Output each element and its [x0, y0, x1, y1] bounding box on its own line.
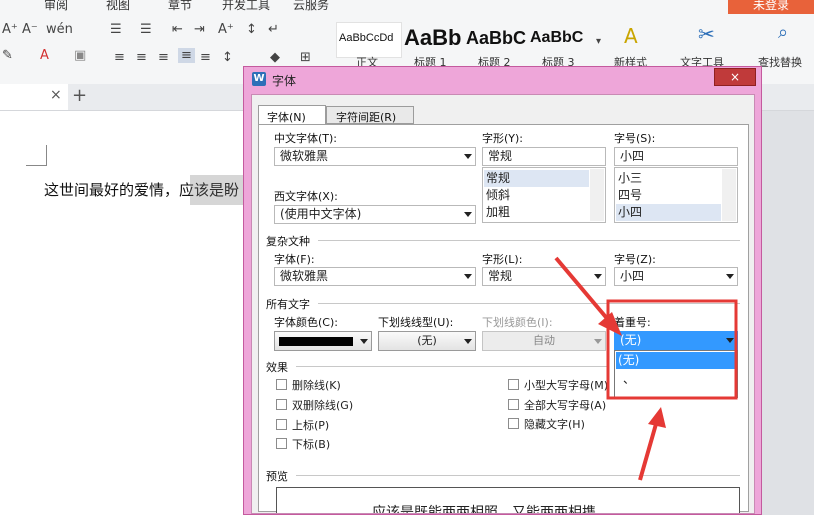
arrow-head-top	[598, 312, 622, 336]
annotation-overlay	[554, 256, 738, 481]
arrow-head-bottom	[648, 407, 666, 428]
arrow-line-top	[554, 256, 612, 324]
highlight-box	[606, 299, 738, 400]
arrow-line-bottom	[638, 423, 658, 481]
